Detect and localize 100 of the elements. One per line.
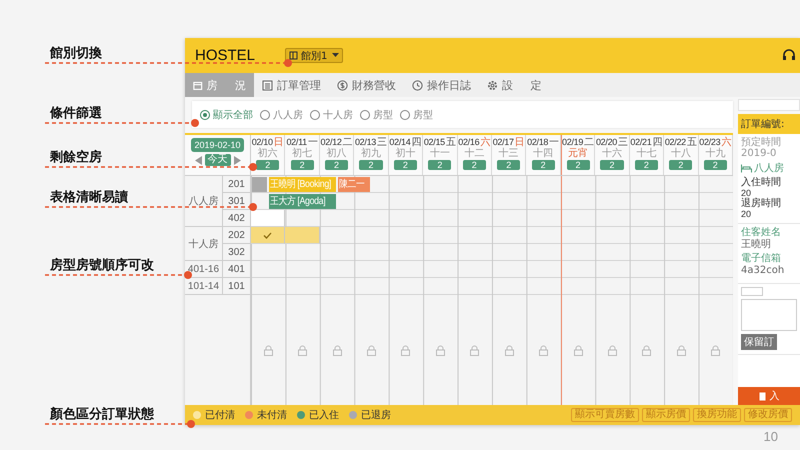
email-value: 4a32coh [741, 265, 786, 277]
lock-icon[interactable] [298, 344, 308, 356]
lunar-date: 十六 [602, 148, 622, 160]
lunar-date: 十八 [670, 148, 691, 160]
room-number: 202 [228, 230, 245, 240]
check-in-label: 入住時間 [741, 177, 782, 188]
action-button[interactable]: 顯示房價 [642, 408, 690, 422]
lock-icon[interactable] [642, 344, 652, 356]
small-button[interactable] [741, 287, 763, 296]
lunar-date: 十四 [533, 148, 554, 160]
prev-arrow-icon[interactable] [194, 156, 202, 164]
vacancy-badge: 2 [600, 160, 624, 170]
weekday-label: 六 [721, 137, 732, 148]
day-date: 02/10 [252, 137, 273, 148]
check-in-button[interactable]: 入 [738, 387, 800, 405]
lock-icon[interactable] [504, 344, 514, 356]
list-icon [262, 80, 273, 90]
email-label: 電子信箱 [741, 253, 782, 265]
weekday-label: 一 [308, 137, 318, 148]
brand-name: HOSTEL [195, 47, 256, 64]
action-button[interactable]: 修改房價 [744, 408, 792, 422]
nav-tab[interactable]: 財務營收 [329, 73, 404, 97]
vacancy-badge: 2 [669, 160, 692, 170]
booking-bar[interactable] [252, 177, 268, 192]
lunar-date: 初六 [258, 148, 278, 160]
filter-radio[interactable]: 房型 [360, 108, 393, 122]
lock-icon[interactable] [401, 344, 410, 356]
nav-tab[interactable]: 操作日誌 [404, 73, 479, 97]
weekday-label: 四 [411, 137, 422, 148]
lock-icon[interactable] [574, 344, 583, 356]
booking-bar[interactable]: 陳二一 [338, 177, 370, 192]
day-date: 02/13 [354, 137, 376, 148]
note-field[interactable] [741, 299, 797, 331]
day-date: 02/22 [664, 137, 686, 148]
lock-icon[interactable] [711, 344, 720, 356]
nav-tab[interactable]: 訂單管理 [254, 73, 329, 97]
booked-time-label: 預定時間 [741, 137, 782, 148]
gear-icon [487, 80, 498, 90]
vacancy-badge: 2 [532, 160, 555, 170]
vacancy-badge: 2 [290, 160, 314, 170]
weekday-label: 四 [652, 137, 662, 148]
legend-label: 未付清 [257, 408, 287, 422]
lunar-date: 十七 [636, 148, 656, 160]
date-picker[interactable]: 2019-02-10 [191, 138, 244, 152]
nav-tab[interactable]: 設 定 [479, 73, 550, 97]
day-date: 02/14 [389, 137, 410, 148]
room-type-label: 101-14 [188, 280, 220, 292]
filter-radio[interactable]: 房型 [400, 108, 433, 122]
next-arrow-icon[interactable] [232, 156, 240, 164]
caret-icon [332, 53, 339, 58]
lunar-date: 元宵 [568, 148, 588, 160]
today-button[interactable]: 今天 [204, 154, 230, 166]
filter-radio[interactable]: 八人房 [260, 108, 303, 122]
room-number: 101 [228, 280, 245, 292]
weekday-label: 一 [549, 137, 560, 148]
room-number: 301 [228, 196, 245, 206]
action-button[interactable]: 換房功能 [693, 408, 741, 422]
hold-order-button[interactable]: 保留訂 [741, 334, 777, 350]
clock-icon [412, 80, 423, 90]
filter-radio[interactable]: 十人房 [310, 108, 353, 122]
lock-icon[interactable] [676, 344, 686, 356]
highlighted-cell[interactable] [251, 210, 286, 227]
callout-label: 館別切換 [50, 45, 102, 62]
filter-radio[interactable]: 顯示全部 [200, 108, 253, 122]
day-date: 02/12 [320, 137, 342, 148]
vacancy-badge: 2 [256, 160, 280, 170]
selected-cell[interactable] [285, 227, 320, 244]
weekday-label: 六 [480, 137, 490, 148]
day-date: 02/18 [527, 137, 548, 148]
nav-tab[interactable]: 房 況 [185, 73, 254, 97]
weekday-label: 五 [686, 137, 697, 148]
selected-cell[interactable] [251, 227, 286, 244]
lock-icon[interactable] [539, 344, 548, 356]
lock-icon[interactable] [470, 344, 480, 356]
lunar-date: 初七 [292, 148, 312, 160]
vacancy-badge: 2 [634, 160, 658, 170]
vacancy-badge: 2 [497, 160, 520, 170]
booking-bar[interactable]: 王大方 [Agoda] [269, 194, 336, 209]
headset-icon[interactable] [782, 48, 796, 62]
vacancy-badge: 2 [359, 160, 382, 170]
vacancy-badge: 2 [394, 160, 417, 170]
dollar-icon [337, 80, 348, 90]
guest-name: 王曉明 [741, 239, 772, 251]
action-button[interactable]: 顯示可賣房數 [571, 408, 639, 422]
check-out-label: 退房時間 [741, 198, 782, 209]
vacancy-badge: 2 [428, 160, 452, 170]
weekday-label: 三 [618, 137, 628, 148]
lock-icon[interactable] [436, 344, 445, 356]
door-icon [758, 392, 766, 400]
lock-icon[interactable] [332, 344, 342, 356]
room-number: 401 [228, 264, 245, 274]
vacancy-badge: 2 [325, 160, 348, 170]
day-date: 02/15 [424, 137, 445, 148]
callout-label: 房型房號順序可改 [50, 256, 154, 274]
lunar-date: 十九 [705, 148, 726, 160]
room-number: 402 [228, 212, 245, 224]
lock-icon[interactable] [366, 344, 376, 356]
lock-icon[interactable] [264, 344, 273, 356]
lock-icon[interactable] [608, 344, 617, 356]
branch-dropdown[interactable]: 館別1 [285, 48, 343, 63]
